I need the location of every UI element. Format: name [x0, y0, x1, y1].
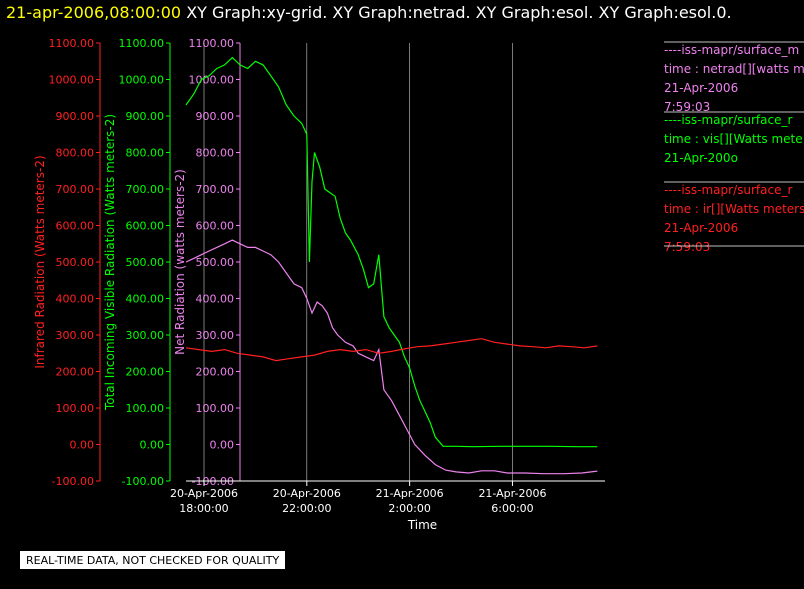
- y-tick-label-vis: 300.00: [126, 329, 165, 342]
- x-tick-label: 6:00:00: [491, 502, 533, 515]
- y-tick-label-ir: 700.00: [56, 183, 95, 196]
- y-tick-label-vis: 1000.00: [119, 74, 165, 87]
- y-tick-label-ir: -100.00: [52, 475, 94, 488]
- y-tick-label-vis: 100.00: [126, 402, 165, 415]
- y-tick-label-net: 400.00: [196, 293, 235, 306]
- x-tick-label: 20-Apr-2006: [273, 487, 341, 500]
- y-tick-label-ir: 400.00: [56, 293, 95, 306]
- legend-entry-text: time : vis[][Watts mete: [664, 132, 803, 146]
- y-tick-label-vis: 400.00: [126, 293, 165, 306]
- legend-entry-text: ----iss-mapr/surface_r: [664, 183, 792, 197]
- y-tick-label-ir: 200.00: [56, 366, 95, 379]
- x-tick-label: 2:00:00: [388, 502, 430, 515]
- x-tick-label: 22:00:00: [282, 502, 331, 515]
- legend-entry-text: 21-Apr-2006: [664, 221, 738, 235]
- y-tick-label-ir: 600.00: [56, 220, 95, 233]
- y-tick-label-ir: 300.00: [56, 329, 95, 342]
- series-line-vis: [185, 56, 598, 448]
- y-axis-title-net: Net Radiation (watts meters-2): [173, 169, 187, 355]
- y-tick-label-ir: 100.00: [56, 402, 95, 415]
- y-tick-label-ir: 1000.00: [49, 74, 95, 87]
- y-tick-label-vis: -100.00: [122, 475, 164, 488]
- y-tick-label-net: 200.00: [196, 366, 235, 379]
- legend-entry-text: 7:59:03: [664, 240, 710, 254]
- y-tick-label-net: 500.00: [196, 256, 235, 269]
- y-tick-label-net: 300.00: [196, 329, 235, 342]
- y-tick-label-ir: 900.00: [56, 110, 95, 123]
- x-tick-label: 18:00:00: [179, 502, 228, 515]
- y-tick-label-ir: 500.00: [56, 256, 95, 269]
- y-tick-label-net: 600.00: [196, 220, 235, 233]
- xy-chart: 1100.00 1000.00 900.00 800.00 700.00 600.00 50…: [33, 37, 804, 532]
- legend-entry-text: ----iss-mapr/surface_r: [664, 113, 792, 127]
- y-tick-label-net: 800.00: [196, 147, 235, 160]
- x-tick-label: 20-Apr-2006: [170, 487, 238, 500]
- y-tick-label-vis: 1100.00: [119, 37, 165, 50]
- legend-entry-text: ----iss-mapr/surface_m: [664, 43, 799, 57]
- y-tick-label-net: 100.00: [196, 402, 235, 415]
- x-tick-label: 21-Apr-2006: [478, 487, 546, 500]
- quality-warning-label: REAL-TIME DATA, NOT CHECKED FOR QUALITY: [19, 550, 287, 570]
- y-tick-label-vis: 200.00: [126, 366, 165, 379]
- y-tick-label-vis: 900.00: [126, 110, 165, 123]
- y-tick-label-vis: 700.00: [126, 183, 165, 196]
- legend-entry-text: time : netrad[][watts me: [664, 62, 804, 76]
- legend-entry-text: 21-Apr-2006: [664, 81, 738, 95]
- y-axis-title-vis: Total Incoming Visible Radiation (Watts …: [103, 114, 117, 411]
- x-axis-title: Time: [407, 518, 437, 532]
- y-tick-label-net: 0.00: [210, 439, 235, 452]
- y-tick-label-ir: 800.00: [56, 147, 95, 160]
- y-tick-label-net: 1000.00: [189, 74, 235, 87]
- y-tick-label-vis: 600.00: [126, 220, 165, 233]
- legend-entry-text: 21-Apr-200o: [664, 151, 738, 165]
- y-tick-label-net: 1100.00: [189, 37, 235, 50]
- legend-entry-text: time : ir[][Watts meters: [664, 202, 804, 216]
- y-tick-label-net: 700.00: [196, 183, 235, 196]
- x-tick-label: 21-Apr-2006: [376, 487, 444, 500]
- y-tick-label-ir: 0.00: [70, 439, 95, 452]
- y-tick-label-net: 900.00: [196, 110, 235, 123]
- y-axis-title-ir: Infrared Radiation (Watts meters-2): [33, 155, 47, 368]
- y-tick-label-ir: 1100.00: [49, 37, 95, 50]
- y-tick-label-vis: 800.00: [126, 147, 165, 160]
- y-tick-label-vis: 0.00: [140, 439, 165, 452]
- series-line-ir: [185, 338, 598, 362]
- series-line-net: [185, 239, 598, 475]
- y-tick-label-vis: 500.00: [126, 256, 165, 269]
